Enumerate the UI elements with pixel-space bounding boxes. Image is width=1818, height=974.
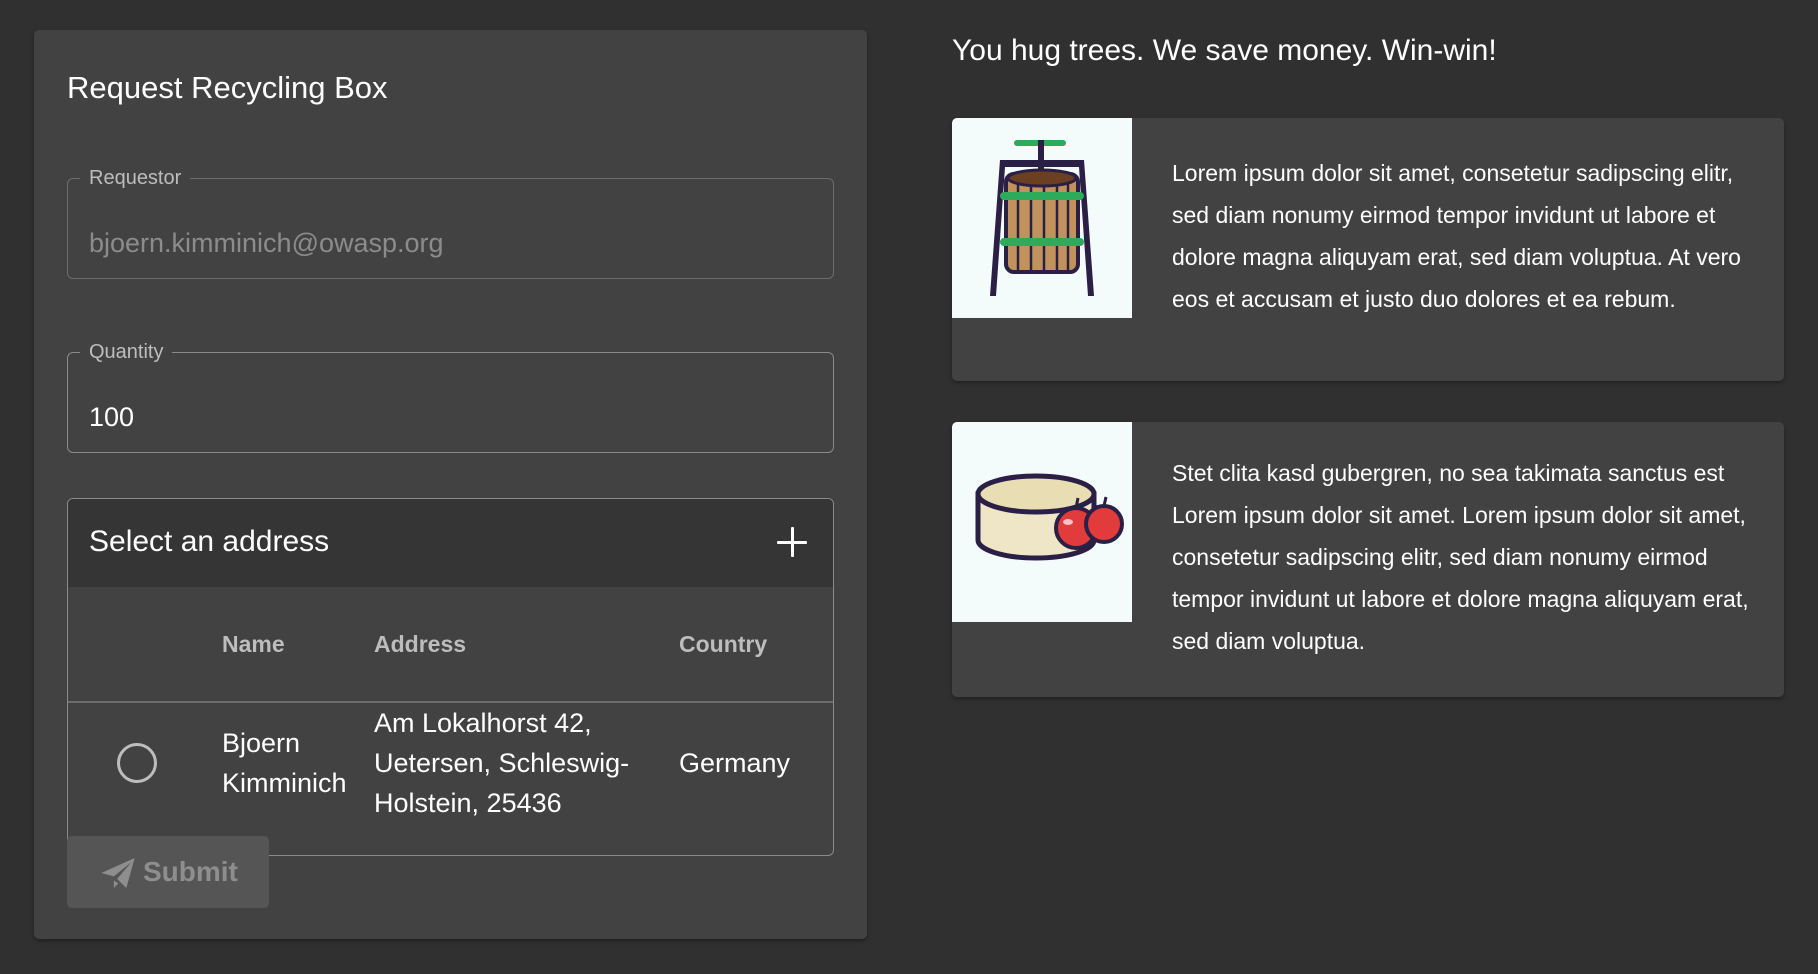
requestor-input	[68, 179, 833, 278]
address-text-cell: Am Lokalhorst 42, Uetersen, Schleswig- H…	[374, 703, 664, 823]
submit-button[interactable]: Submit	[67, 836, 269, 908]
info-card-text: Lorem ipsum dolor sit amet, consetetur s…	[1172, 160, 1741, 312]
info-card-text: Stet clita kasd gubergren, no sea takima…	[1172, 460, 1749, 654]
requestor-field: Requestor	[67, 166, 834, 279]
address-radio-button[interactable]	[117, 743, 157, 783]
column-header-address: Address	[374, 631, 467, 657]
name-line: Kimminich	[222, 768, 347, 798]
column-header-country: Country	[679, 631, 768, 657]
address-header: Select an address	[68, 499, 833, 587]
quantity-input[interactable]	[68, 353, 833, 452]
address-title: Select an address	[89, 525, 330, 558]
address-country-cell: Germany	[679, 748, 791, 778]
add-address-button[interactable]	[769, 519, 815, 565]
recycling-request-form: Request Recycling Box Requestor Quantity…	[34, 30, 867, 939]
address-name-cell: Bjoern Kimminich	[222, 723, 362, 803]
info-card: Stet clita kasd gubergren, no sea takima…	[952, 422, 1784, 697]
quantity-field[interactable]: Quantity	[67, 340, 834, 453]
send-icon	[101, 858, 135, 888]
address-line: Uetersen, Schleswig-	[374, 748, 630, 778]
column-header-name: Name	[222, 631, 285, 657]
submit-label: Submit	[143, 856, 238, 887]
info-card: Lorem ipsum dolor sit amet, consetetur s…	[952, 118, 1784, 381]
fruit-press-icon	[952, 118, 1132, 318]
address-selector: Select an address Name Address Country B…	[67, 498, 834, 856]
page-tagline: You hug trees. We save money. Win-win!	[952, 34, 1497, 67]
form-title: Request Recycling Box	[67, 70, 388, 105]
name-line: Bjoern	[222, 728, 301, 758]
address-line: Holstein, 25436	[374, 788, 562, 818]
apple-pomace-icon	[952, 422, 1132, 622]
address-line: Am Lokalhorst 42,	[374, 708, 592, 738]
